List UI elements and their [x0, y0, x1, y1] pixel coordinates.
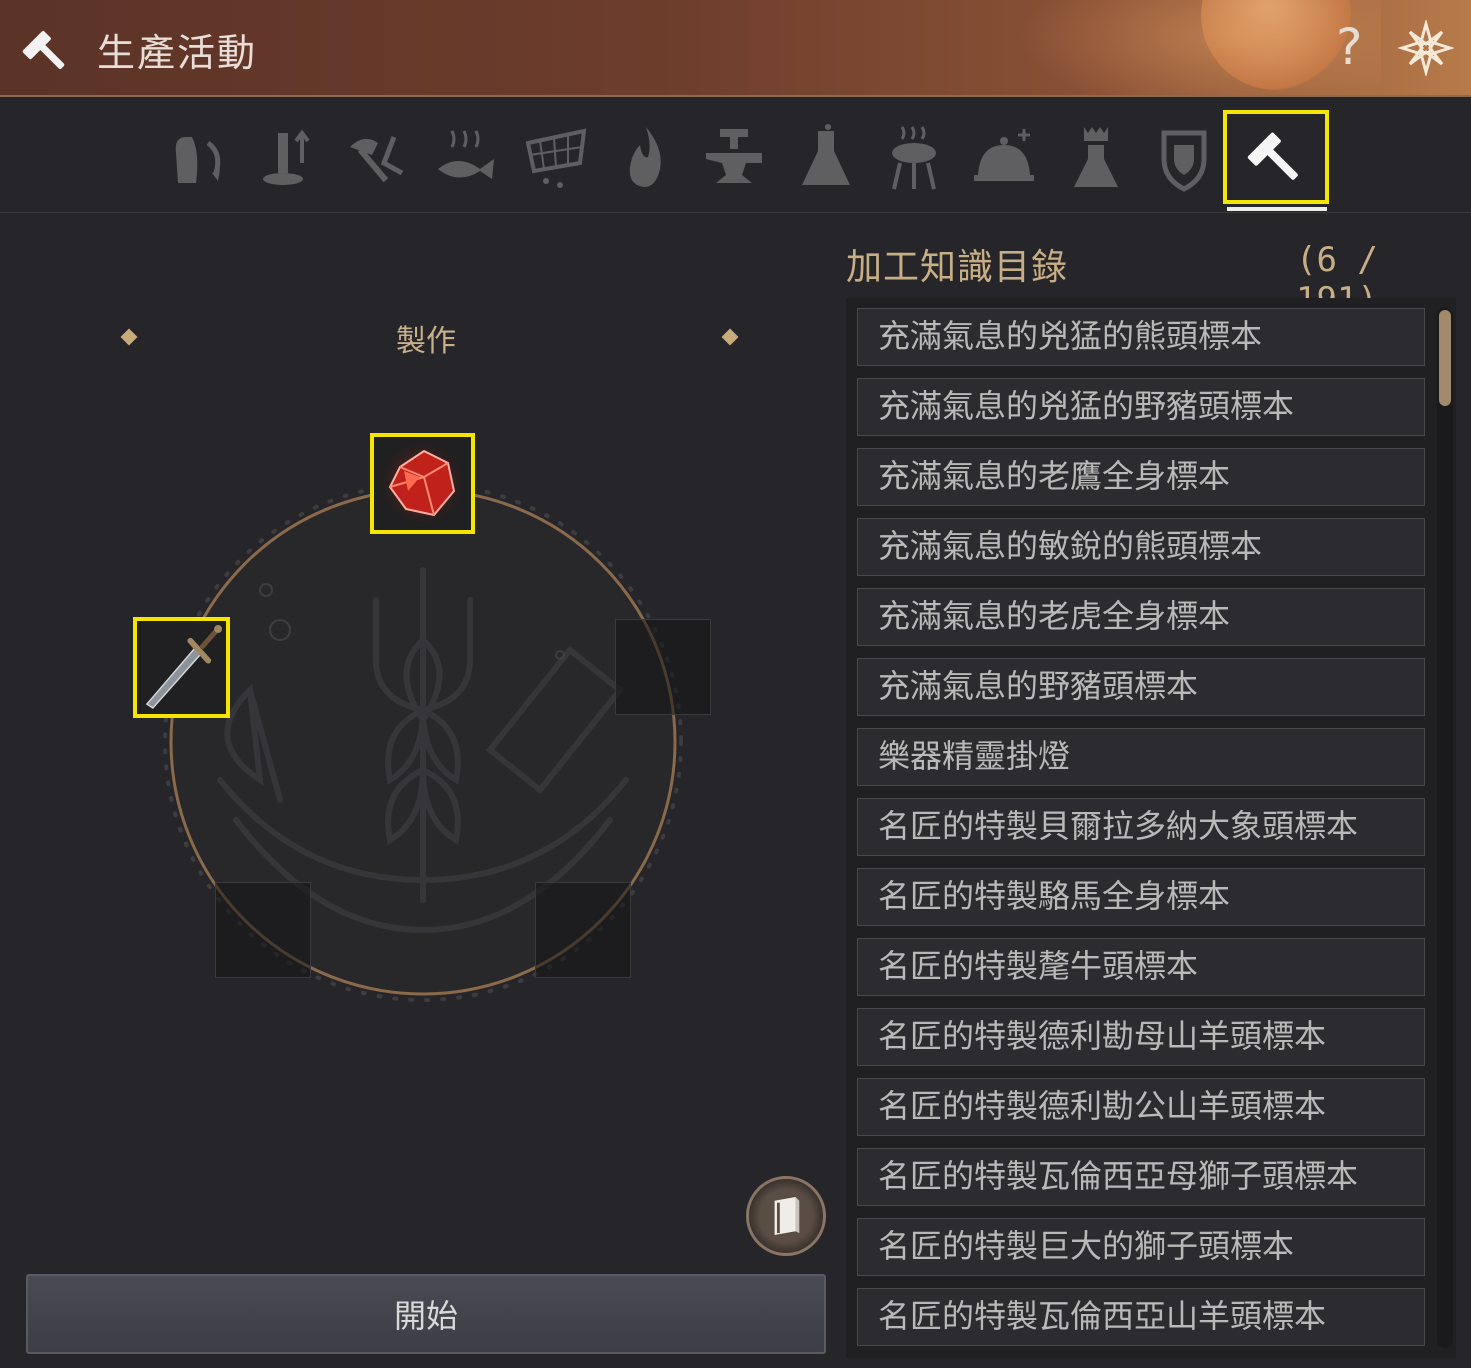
slot-left[interactable] — [133, 617, 230, 718]
list-item[interactable]: 名匠的特製德利勘公山羊頭標本 — [857, 1078, 1425, 1136]
cloche-icon — [974, 129, 1034, 181]
list-item[interactable]: 充滿氣息的敏銳的熊頭標本 — [857, 518, 1425, 576]
recipe-book-button[interactable] — [746, 1176, 826, 1256]
slot-bottom-left[interactable] — [215, 882, 311, 978]
tab-advanced-alchemy[interactable] — [1062, 118, 1130, 198]
start-button[interactable]: 開始 — [26, 1274, 826, 1354]
help-button[interactable]: ? — [1336, 18, 1363, 76]
tab-cooking-fire[interactable] — [612, 118, 680, 198]
slot-bottom-right[interactable] — [535, 882, 631, 978]
list-item[interactable]: 名匠的特製氂牛頭標本 — [857, 938, 1425, 996]
list-item[interactable]: 充滿氣息的野豬頭標本 — [857, 658, 1425, 716]
tab-serving[interactable] — [970, 118, 1038, 198]
flower-emblem-icon[interactable] — [1398, 20, 1454, 76]
list-item[interactable]: 充滿氣息的老虎全身標本 — [857, 588, 1425, 646]
knowledge-list-title: 加工知識目錄 — [846, 247, 1069, 288]
shield-emblem-icon — [1161, 130, 1207, 192]
net-icon — [525, 128, 587, 188]
list-item[interactable]: 充滿氣息的兇猛的野豬頭標本 — [857, 378, 1425, 436]
slot-top[interactable] — [370, 433, 475, 534]
gathering-tool-icon — [263, 129, 310, 185]
list-item[interactable]: 充滿氣息的兇猛的熊頭標本 — [857, 308, 1425, 366]
active-tab-highlight — [1223, 110, 1329, 204]
tab-smithing[interactable] — [700, 118, 768, 198]
tab-fishing[interactable] — [432, 118, 500, 198]
fire-icon — [629, 127, 661, 187]
list-item[interactable]: 名匠的特製貝爾拉多納大象頭標本 — [857, 798, 1425, 856]
list-scrollbar-thumb[interactable] — [1439, 310, 1451, 406]
list-item[interactable]: 名匠的特製巨大的獅子頭標本 — [857, 1218, 1425, 1276]
craft-title: 製作 — [396, 324, 456, 359]
list-item[interactable]: 樂器精靈掛燈 — [857, 728, 1425, 786]
red-gem-icon — [378, 439, 466, 527]
sword-icon — [145, 624, 223, 710]
list-item[interactable]: 名匠的特製駱馬全身標本 — [857, 868, 1425, 926]
list-item[interactable]: 充滿氣息的老鷹全身標本 — [857, 448, 1425, 506]
slot-right[interactable] — [615, 619, 711, 715]
title-diamond-right — [721, 328, 739, 346]
list-item[interactable]: 名匠的特製瓦倫西亞山羊頭標本 — [857, 1288, 1425, 1346]
list-item[interactable]: 名匠的特製德利勘母山羊頭標本 — [857, 1008, 1425, 1066]
alchemy-castle-icon — [1074, 127, 1118, 187]
tab-guild[interactable] — [1150, 118, 1218, 198]
list-item[interactable]: 名匠的特製瓦倫西亞母獅子頭標本 — [857, 1148, 1425, 1206]
window-header: 生產活動 ? — [0, 0, 1471, 97]
book-icon — [774, 1197, 800, 1235]
anvil-icon — [706, 129, 762, 183]
window-title: 生產活動 — [97, 31, 258, 75]
grill-icon — [892, 126, 936, 190]
flask-icon — [802, 124, 850, 185]
hammer-icon — [22, 31, 65, 69]
fish-icon — [438, 130, 494, 179]
list-scrollbar[interactable] — [1437, 308, 1453, 1348]
tab-grilling[interactable] — [880, 118, 948, 198]
tab-exchange[interactable] — [164, 118, 232, 198]
sack-exchange-icon — [175, 137, 221, 183]
tab-gathering[interactable] — [254, 118, 322, 198]
title-diamond-left — [120, 328, 138, 346]
tab-lumbering[interactable] — [342, 118, 410, 198]
tab-hunting[interactable] — [522, 118, 590, 198]
axe-icon — [350, 136, 404, 183]
production-tab-bar — [0, 99, 1471, 213]
header-cloud-decoration — [1001, 0, 1381, 95]
active-tab-underline — [1227, 207, 1327, 211]
tab-alchemy[interactable] — [792, 118, 860, 198]
